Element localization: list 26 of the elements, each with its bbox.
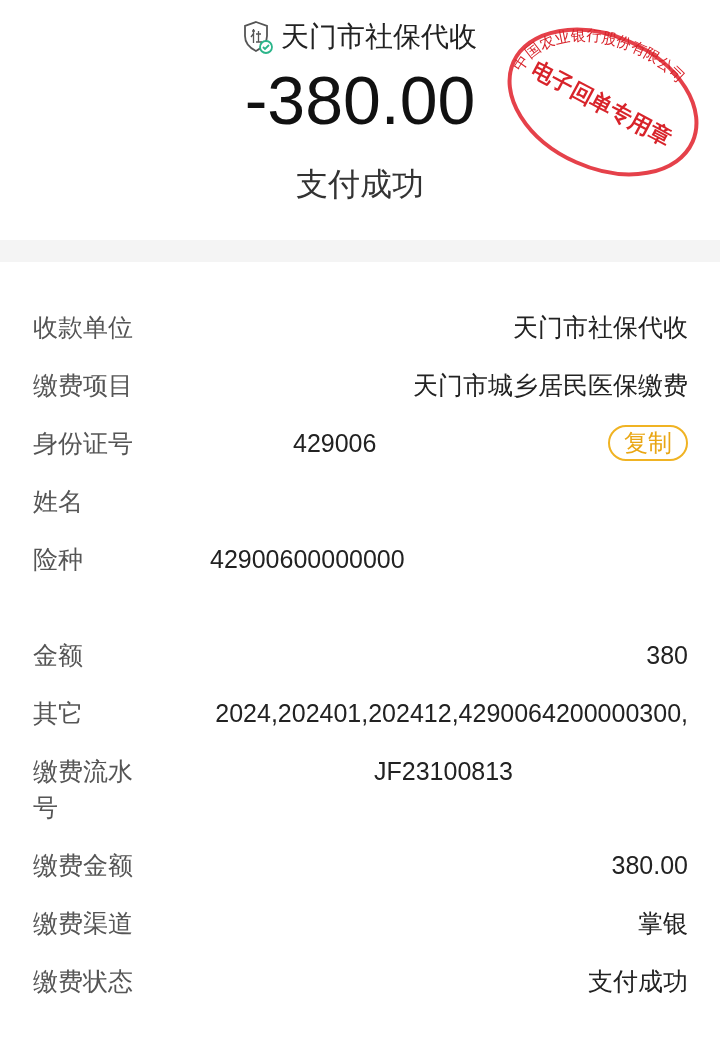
shield-icon [243, 20, 273, 54]
field-value: 掌银 [637, 908, 688, 939]
field-value: JF23100813 [373, 756, 514, 787]
field-value: 2024,202401,202412,4290064200000300, [214, 698, 688, 729]
field-label: 缴费状态 [33, 966, 134, 997]
field-value: 380.00 [610, 850, 688, 881]
copy-button[interactable]: 复制 [608, 425, 688, 461]
field-value: 42900600000000 [209, 544, 406, 575]
payment-amount: -380.00 [244, 66, 476, 134]
field-label: 姓名 [33, 486, 84, 517]
field-label: 险种 [33, 544, 84, 575]
field-label: 其它 [33, 698, 84, 729]
field-value: 天门市社保代收 [512, 312, 688, 343]
field-label: 身份证号 [33, 428, 134, 459]
payee-name: 天门市社保代收 [281, 19, 477, 55]
field-value: 429006 [292, 428, 378, 459]
field-label: 缴费流水号 [33, 756, 134, 823]
field-label: 缴费项目 [33, 370, 134, 401]
field-value: 天门市城乡居民医保缴费 [412, 370, 688, 401]
field-value: 380 [645, 640, 688, 671]
field-label: 缴费渠道 [33, 908, 134, 939]
field-label: 金额 [33, 640, 84, 671]
field-label: 收款单位 [33, 312, 134, 343]
field-label: 缴费金额 [33, 850, 134, 881]
field-value: 支付成功 [587, 966, 688, 997]
payment-status: 支付成功 [296, 164, 424, 205]
